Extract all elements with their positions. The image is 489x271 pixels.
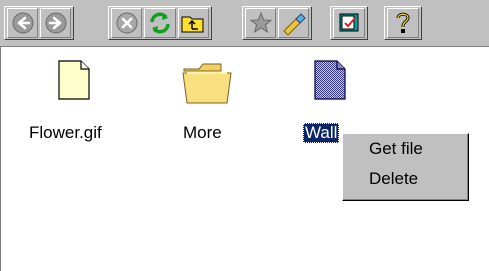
refresh-button[interactable] <box>144 8 176 38</box>
up-folder-icon <box>180 11 206 35</box>
tools-group <box>242 6 312 40</box>
up-folder-button[interactable] <box>177 8 209 38</box>
navigation-group <box>4 6 74 40</box>
forward-icon <box>44 11 68 35</box>
flashlight-button[interactable] <box>278 8 309 38</box>
favorites-icon <box>249 11 273 35</box>
menu-item-get-file[interactable]: Get file <box>369 138 423 160</box>
desktop-properties-button[interactable] <box>333 8 365 38</box>
flashlight-icon <box>281 11 307 35</box>
help-button[interactable] <box>387 8 419 38</box>
image-file-icon <box>313 60 347 105</box>
folder-label: More <box>183 123 222 142</box>
toolbar <box>0 0 489 47</box>
file-item-flower[interactable]: Flower.gif <box>23 57 123 147</box>
forward-button[interactable] <box>40 8 71 38</box>
file-label-selected: Wall <box>303 123 340 143</box>
stop-button[interactable] <box>111 8 143 38</box>
help-group <box>384 6 422 40</box>
file-label: Flower.gif <box>29 123 102 142</box>
desktop-properties-icon <box>337 11 361 35</box>
properties-group <box>330 6 368 40</box>
folder-icon <box>181 61 235 110</box>
folder-item-more[interactable]: More <box>171 57 251 147</box>
back-button[interactable] <box>7 8 38 38</box>
menu-item-delete[interactable]: Delete <box>369 168 418 190</box>
stop-icon <box>115 11 139 35</box>
file-icon <box>57 60 91 105</box>
help-icon <box>392 11 414 35</box>
context-menu: Get file Delete <box>342 133 469 201</box>
refresh-icon <box>147 10 173 36</box>
favorites-button[interactable] <box>245 8 276 38</box>
file-browser-window: Flower.gif More Wall Get file Delete <box>0 0 489 271</box>
browse-group <box>108 6 212 40</box>
back-icon <box>11 11 35 35</box>
